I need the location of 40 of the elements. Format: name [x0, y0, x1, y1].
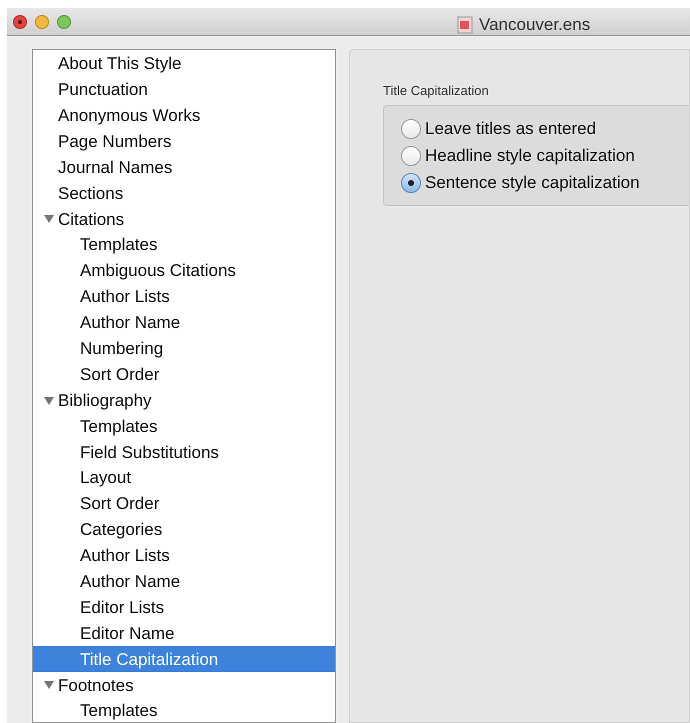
- sidebar-item[interactable]: Templates: [33, 413, 335, 440]
- sidebar-item[interactable]: Categories: [33, 517, 335, 543]
- sidebar-item[interactable]: Field Substitutions: [33, 439, 335, 466]
- sidebar-item[interactable]: Sort Order: [33, 362, 335, 388]
- sidebar-item[interactable]: Sections: [33, 180, 335, 206]
- sidebar-item[interactable]: Author Lists: [33, 284, 335, 310]
- sidebar-item[interactable]: Numbering: [33, 336, 335, 362]
- triangle-down-icon[interactable]: [44, 680, 55, 690]
- radio-option[interactable]: Sentence style capitalization: [401, 170, 689, 196]
- sidebar-item[interactable]: Editor Lists: [33, 594, 335, 621]
- radio-button[interactable]: [401, 146, 421, 166]
- sidebar-item[interactable]: Page Numbers: [33, 128, 335, 155]
- sidebar-item[interactable]: Templates: [33, 232, 335, 258]
- radio-option[interactable]: Leave titles as entered: [401, 116, 689, 142]
- group-title: Title Capitalization: [383, 82, 490, 100]
- sidebar-item[interactable]: Footnotes: [33, 672, 335, 698]
- zoom-button[interactable]: [57, 14, 71, 28]
- close-button[interactable]: [13, 14, 27, 28]
- sidebar-item[interactable]: Editor Name: [33, 620, 335, 646]
- sidebar-item[interactable]: Anonymous Works: [33, 102, 335, 129]
- sidebar-item[interactable]: Ambiguous Citations: [33, 258, 335, 284]
- triangle-down-icon[interactable]: [44, 214, 55, 224]
- sidebar-item[interactable]: About This Style: [33, 51, 335, 77]
- sidebar-item[interactable]: Bibliography: [33, 388, 335, 414]
- minimize-button[interactable]: [35, 14, 49, 28]
- sidebar-item[interactable]: Journal Names: [33, 154, 335, 180]
- sidebar-item[interactable]: Author Name: [33, 310, 335, 336]
- sidebar-item[interactable]: Sort Order: [33, 491, 335, 518]
- radio-option[interactable]: Headline style capitalization: [401, 142, 689, 170]
- sidebar-item[interactable]: Author Name: [33, 568, 335, 595]
- radio-button[interactable]: [401, 173, 421, 193]
- sidebar-item[interactable]: Author Lists: [33, 542, 335, 569]
- window-title: Vancouver.ens: [479, 14, 590, 36]
- sidebar-item[interactable]: Citations: [33, 206, 335, 232]
- sidebar-item[interactable]: Layout: [33, 465, 335, 492]
- triangle-down-icon[interactable]: [44, 396, 55, 406]
- radio-button[interactable]: [401, 119, 421, 139]
- sidebar-item[interactable]: Templates: [33, 698, 335, 722]
- sidebar-item[interactable]: Punctuation: [33, 76, 335, 103]
- sidebar-item[interactable]: Title Capitalization: [33, 646, 335, 672]
